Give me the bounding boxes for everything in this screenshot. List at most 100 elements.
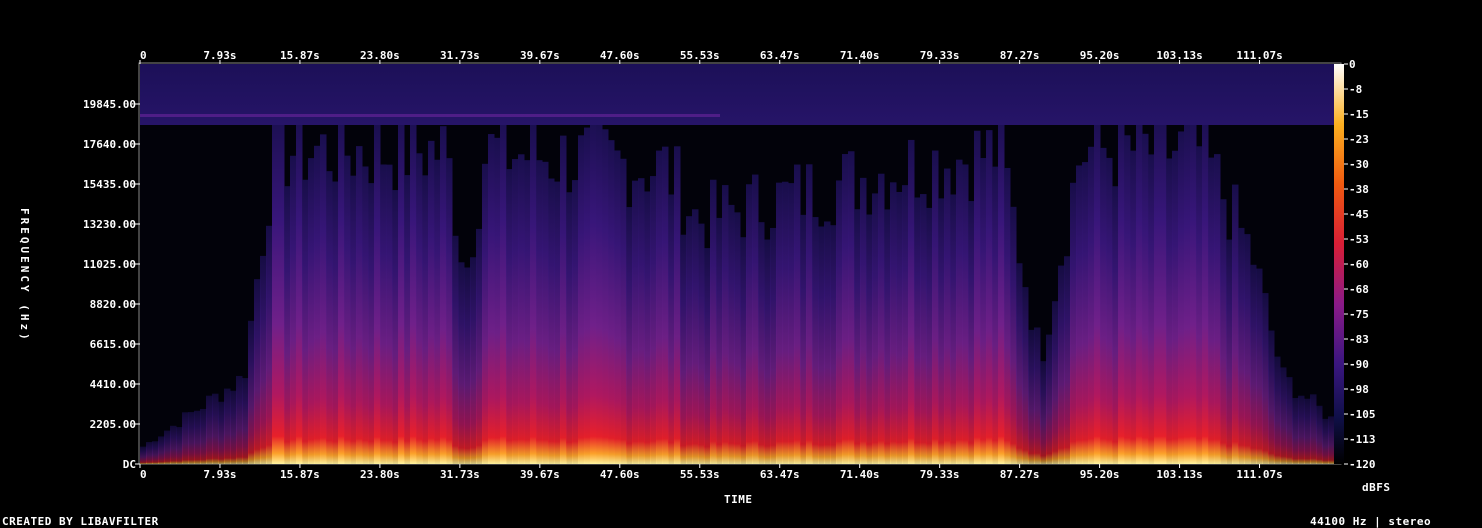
colorbar-tick-label: -60 [1349, 258, 1369, 271]
spectrogram-column [374, 124, 381, 465]
spectrogram-column [674, 146, 681, 465]
x-tick-label-bottom: 39.67s [520, 468, 560, 481]
spectrogram-column [1028, 329, 1035, 464]
spectrogram-column [1292, 397, 1299, 464]
colorbar-tick-label: -23 [1349, 133, 1369, 146]
x-tick-label-bottom: 55.53s [680, 468, 720, 481]
spectrogram-column [170, 425, 177, 464]
spectrogram-column [632, 180, 639, 464]
spectrogram-column [620, 158, 627, 464]
spectrogram-column [704, 248, 711, 464]
y-tick-label: 19845.00 [83, 98, 136, 111]
spectrogram-column [344, 155, 351, 464]
spectrogram-column [812, 217, 819, 464]
spectrogram-column [518, 154, 525, 464]
footer-format: 44100 Hz | stereo [1310, 515, 1432, 528]
spectrogram-column [380, 164, 387, 464]
spectrogram-column [386, 164, 393, 464]
spectrogram-column [542, 161, 549, 464]
y-tick-label: 11025.00 [83, 258, 136, 271]
spectrogram-column [1310, 394, 1317, 464]
spectrogram-column [1184, 123, 1191, 464]
spectrogram-column [950, 194, 957, 465]
spectrogram-column [158, 436, 165, 464]
spectrogram-column [1328, 416, 1335, 464]
y-tick-label: 17640.00 [83, 138, 136, 151]
spectrogram-column [242, 378, 249, 464]
spectrogram-column [1322, 418, 1329, 464]
x-tick-label-bottom: 71.40s [840, 468, 880, 481]
x-tick-label-top: 111.07s [1236, 49, 1282, 62]
spectrogram-column [614, 150, 621, 464]
x-tick-label-top: 63.47s [760, 49, 800, 62]
x-tick-label-bottom: 111.07s [1236, 468, 1282, 481]
colorbar-label: dBFS [1362, 481, 1391, 494]
spectrogram-column [1040, 361, 1047, 464]
spectrogram-column [872, 193, 879, 464]
spectrogram-column [554, 181, 561, 464]
x-tick-label-top: 79.33s [920, 49, 960, 62]
spectrogram-column [1154, 115, 1161, 464]
spectrogram-column [476, 228, 483, 464]
spectrogram-column [596, 122, 603, 465]
colorbar-tick-label: -15 [1349, 108, 1369, 121]
spectrogram-column [842, 154, 849, 465]
spectrogram-column [824, 221, 831, 464]
spectrogram-column [1106, 157, 1113, 464]
y-tick-label: 13230.00 [83, 218, 136, 231]
spectrogram-column [908, 139, 915, 464]
x-tick-label-top: 23.80s [360, 49, 400, 62]
spectrogram-column [302, 179, 309, 464]
x-tick-label-bottom: 15.87s [280, 468, 320, 481]
spectrogram-column [752, 174, 759, 464]
spectrogram-column [1022, 287, 1029, 464]
spectrogram-column [992, 166, 999, 464]
spectrogram-column [494, 137, 501, 464]
x-tick-label-top: 47.60s [600, 49, 640, 62]
spectrogram-column [1064, 256, 1071, 464]
spectrogram-column [602, 129, 609, 464]
band-cutoff-line [140, 114, 720, 117]
spectrogram-column [686, 216, 693, 464]
spectrogram-column [920, 194, 927, 464]
colorbar-tick-label: -38 [1349, 183, 1369, 196]
spectrogram-column [320, 134, 327, 465]
colorbar-tick-label: -75 [1349, 308, 1369, 321]
spectrogram-column [968, 201, 975, 464]
spectrogram-column [1250, 264, 1257, 464]
x-tick-label-top: 7.93s [203, 49, 236, 62]
spectrogram-column [608, 140, 615, 464]
spectrogram-column [470, 257, 477, 464]
y-tick-label: 6615.00 [90, 338, 136, 351]
spectrogram-column [1220, 199, 1227, 465]
spectrogram-column [1208, 157, 1215, 465]
spectrogram-column [734, 212, 741, 464]
spectrogram-column [356, 146, 363, 464]
spectrogram-column [1070, 182, 1077, 464]
spectrogram-column [656, 150, 663, 464]
spectrogram-column [1262, 293, 1269, 464]
spectrogram-column [1076, 165, 1083, 465]
spectrogram-column [1232, 184, 1239, 465]
spectrogram-column [248, 320, 255, 464]
spectrogram-column [1268, 330, 1275, 464]
spectrogram-column [884, 209, 891, 464]
spectrogram-column [152, 441, 159, 464]
spectrogram-column [986, 130, 993, 464]
x-axis-label: TIME [724, 493, 753, 506]
spectrogram-column [1004, 167, 1011, 464]
spectrogram-column [500, 115, 507, 464]
spectrogram-column [338, 115, 345, 464]
spectrogram-column [578, 135, 585, 464]
colorbar-tick-label: -83 [1349, 333, 1369, 346]
spectrogram-column [710, 179, 717, 464]
spectrogram-column [260, 255, 267, 464]
spectrogram-column [836, 180, 843, 464]
spectrogram-column [1088, 146, 1095, 464]
spectrogram-column [1010, 206, 1017, 464]
colorbar-tick-label: -98 [1349, 383, 1369, 396]
spectrogram-column [188, 412, 195, 464]
spectrogram-column [896, 191, 903, 464]
y-axis-label: FREQUENCY (Hz) [18, 208, 31, 343]
spectrogram-column [566, 192, 573, 464]
